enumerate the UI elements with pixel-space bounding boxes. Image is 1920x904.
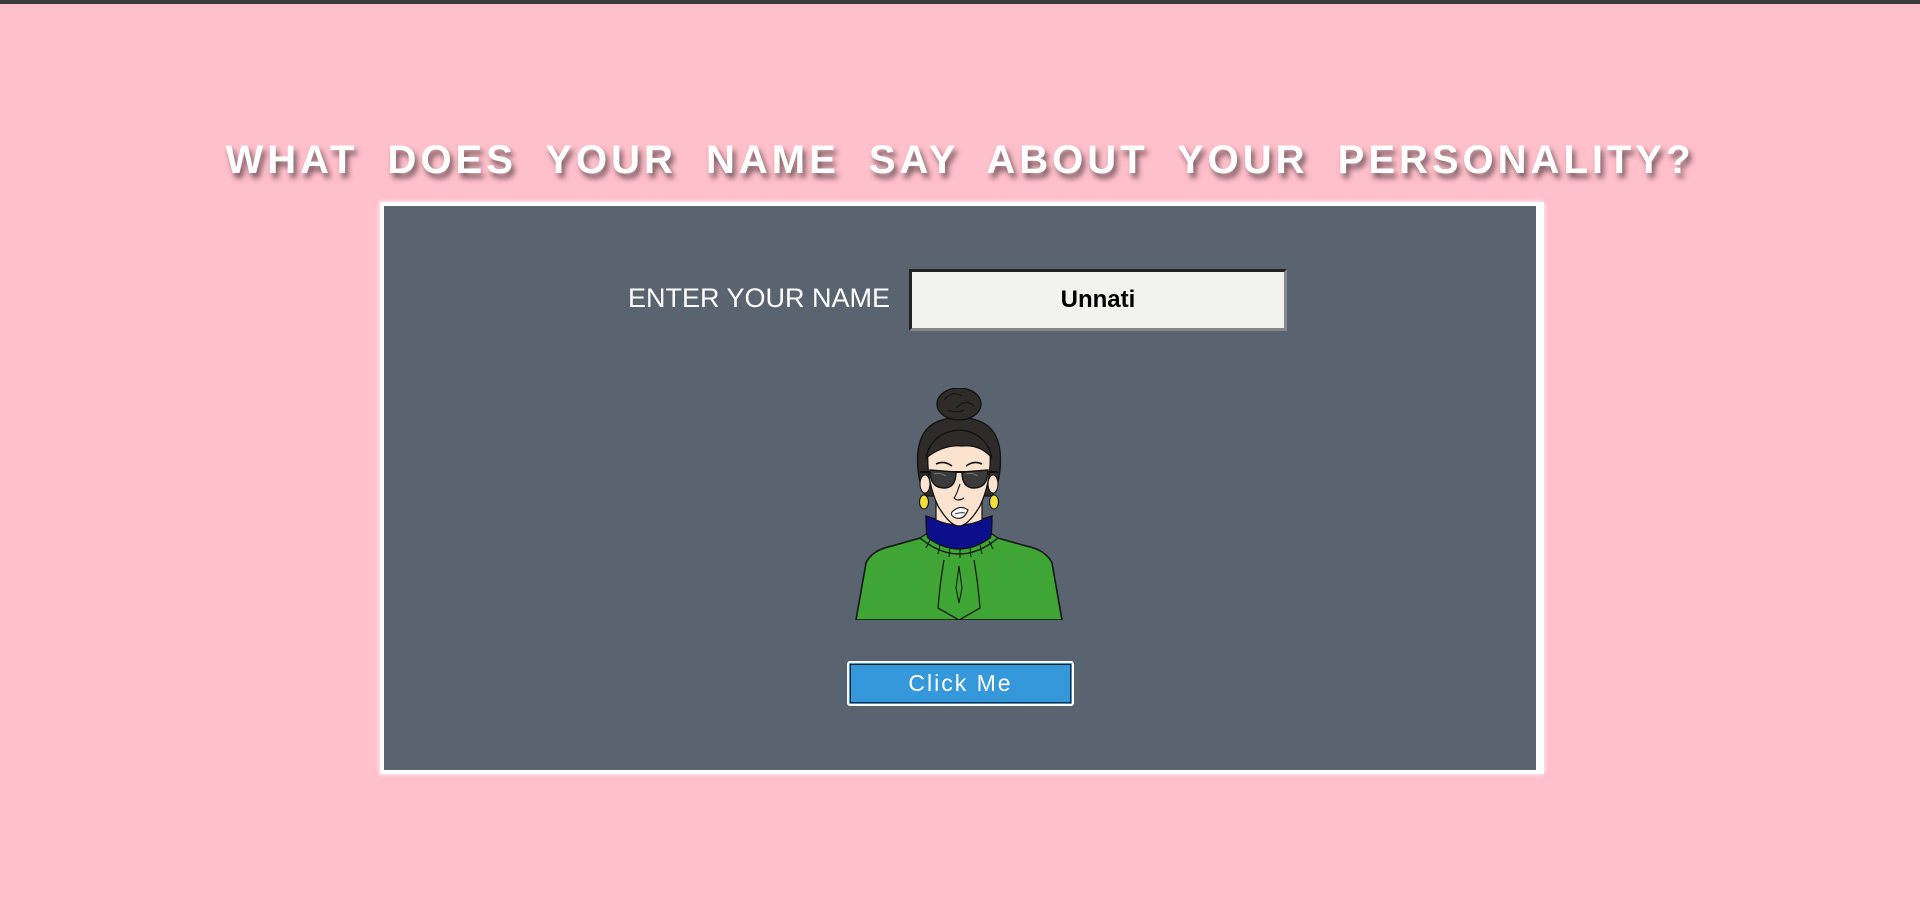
page-title: WHAT DOES YOUR NAME SAY ABOUT YOUR PERSO…: [225, 138, 1695, 182]
click-me-button[interactable]: Click Me: [847, 661, 1074, 706]
name-label: ENTER YOUR NAME: [628, 283, 891, 313]
name-input[interactable]: [909, 269, 1287, 331]
window-top-bar: [0, 0, 1920, 4]
woman-avatar-image: [855, 388, 1063, 620]
